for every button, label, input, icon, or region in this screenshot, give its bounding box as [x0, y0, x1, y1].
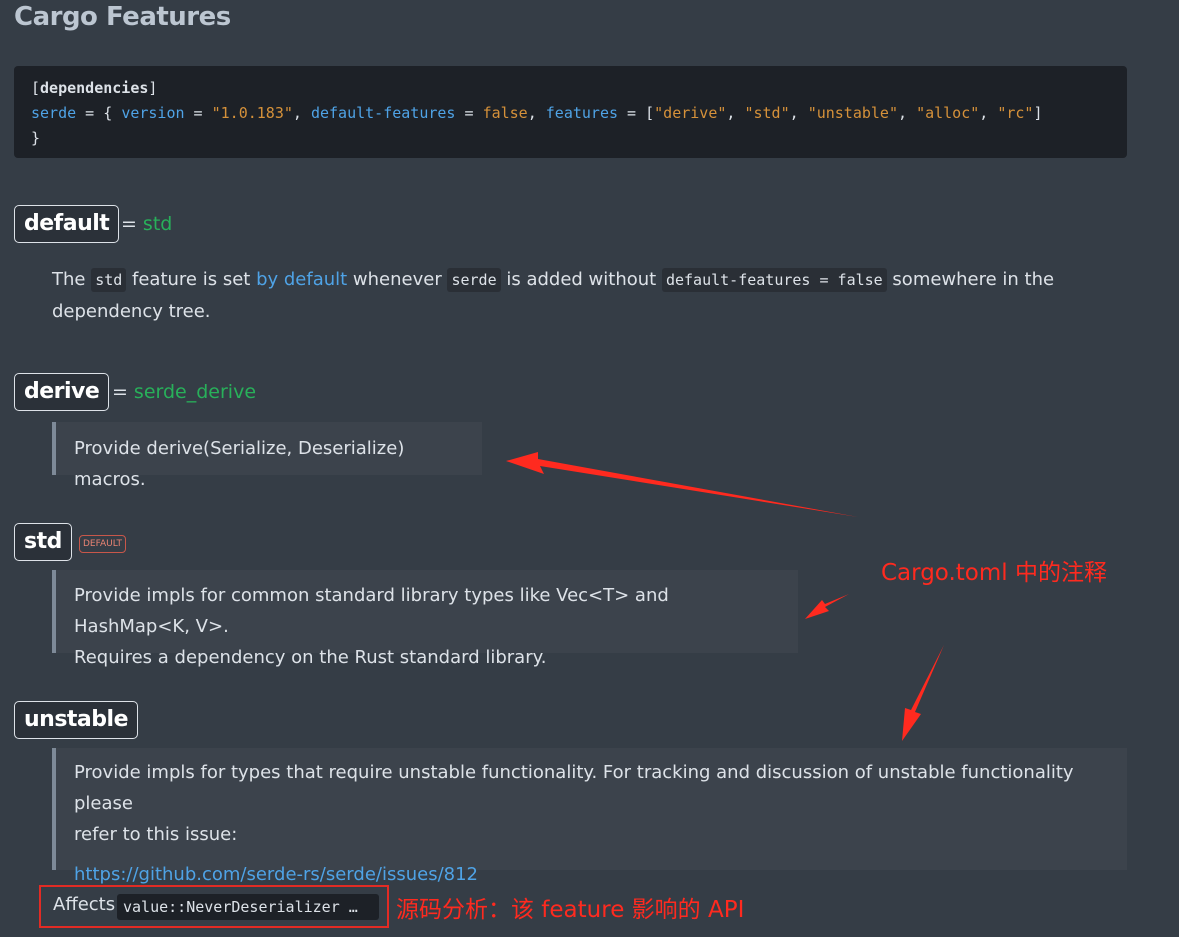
annotation-arrows	[506, 452, 944, 741]
arrow-to-std	[805, 594, 849, 619]
arrow-to-unstable	[902, 645, 944, 741]
arrow-to-derive	[506, 452, 858, 517]
